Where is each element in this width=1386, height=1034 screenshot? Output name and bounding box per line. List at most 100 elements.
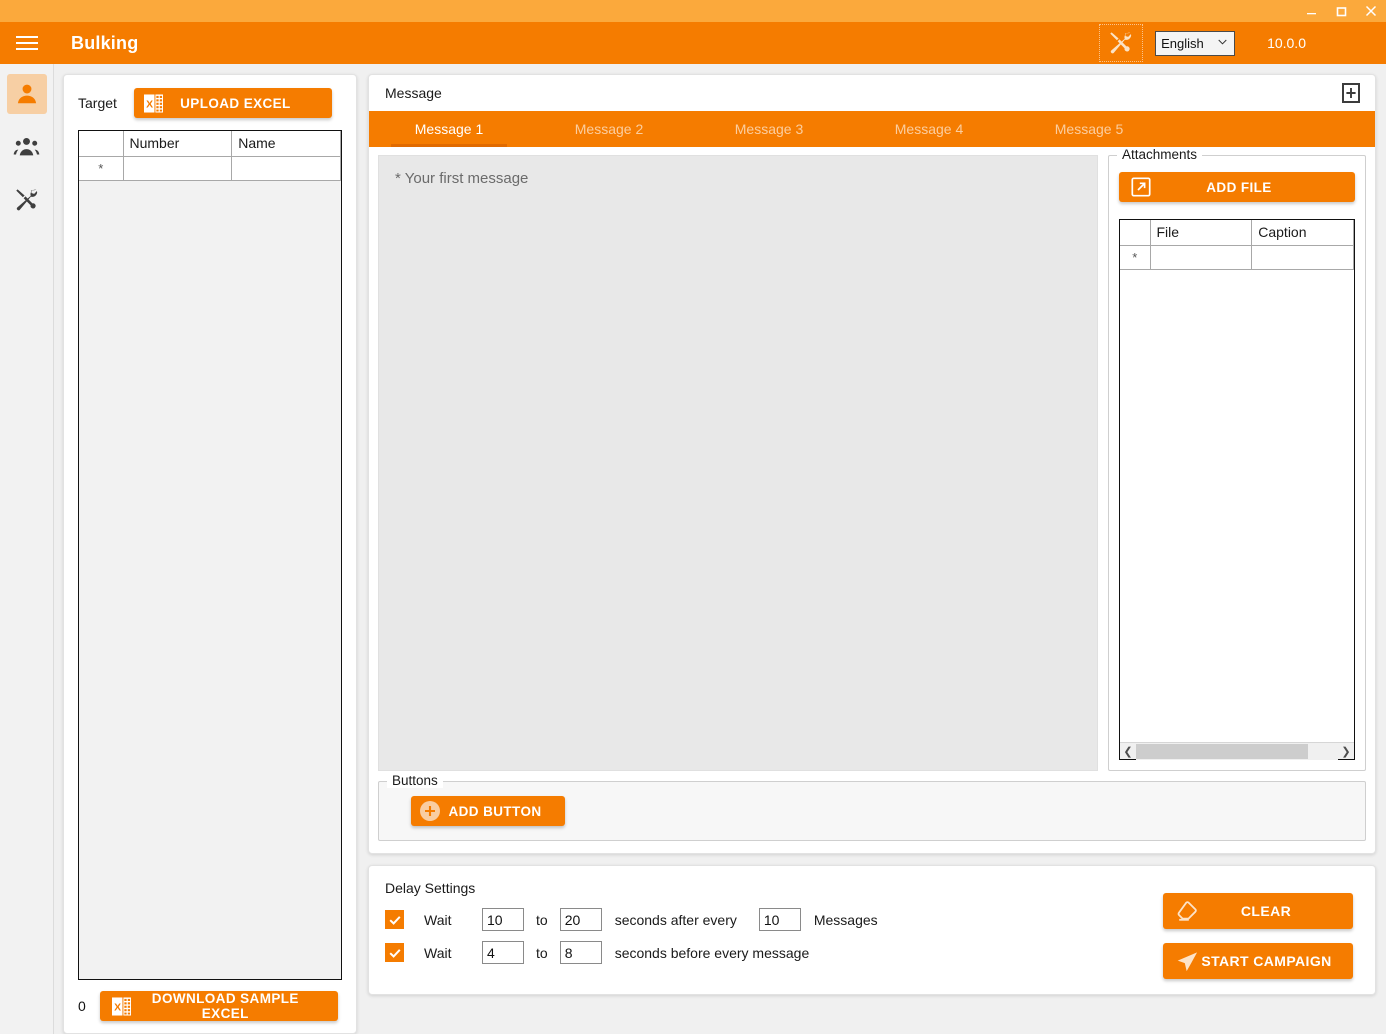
delay-row-after-messages: Wait to seconds after every Messages — [385, 908, 1163, 931]
clear-button[interactable]: CLEAR — [1163, 893, 1353, 929]
sidebar-item-contacts[interactable] — [6, 74, 47, 114]
delay-settings-title: Delay Settings — [385, 880, 476, 896]
target-col-selector — [79, 131, 124, 157]
tab-message-3[interactable]: Message 3 — [689, 111, 849, 147]
attachments-empty-area — [1120, 269, 1354, 742]
cell-number[interactable] — [123, 156, 233, 181]
send-icon — [1175, 949, 1200, 974]
attach-col-caption: Caption — [1251, 220, 1354, 246]
delay-from-input-2[interactable] — [482, 941, 524, 964]
delay-settings-card: Delay Settings Wait to seconds after eve… — [368, 865, 1376, 995]
person-icon — [17, 84, 36, 104]
excel-icon: X — [143, 93, 163, 114]
attachments-horizontal-scrollbar[interactable]: ❮ ❯ — [1120, 742, 1354, 760]
cell-file[interactable] — [1150, 245, 1253, 270]
attach-col-file: File — [1150, 220, 1253, 246]
language-select[interactable]: English — [1155, 30, 1236, 56]
start-campaign-button[interactable]: START CAMPAIGN — [1163, 943, 1353, 979]
add-file-label: ADD FILE — [1206, 179, 1272, 195]
attachments-table: File Caption * — [1120, 220, 1354, 270]
sidebar-item-groups[interactable] — [7, 127, 47, 167]
chevron-left-icon[interactable]: ❮ — [1120, 743, 1136, 760]
target-col-number: Number — [123, 131, 233, 157]
table-header-row: File Caption — [1120, 220, 1354, 246]
target-column: Target X UPLOAD EXCEL Number Name * 0 X … — [63, 74, 357, 1034]
app-title: Bulking — [71, 32, 139, 53]
external-link-icon — [1131, 177, 1151, 197]
campaign-actions: CLEAR START CAMPAIGN — [1163, 880, 1363, 979]
cell-name[interactable] — [231, 156, 341, 181]
target-table: Number Name * — [79, 131, 341, 181]
target-grid[interactable]: Number Name * — [78, 130, 342, 980]
target-header: Target X UPLOAD EXCEL — [78, 88, 342, 118]
target-footer: 0 X DOWNLOAD SAMPLE EXCEL — [78, 991, 342, 1021]
message-editor[interactable]: * Your first message — [378, 155, 1098, 771]
download-sample-excel-label: DOWNLOAD SAMPLE EXCEL — [151, 991, 299, 1021]
close-button[interactable] — [1356, 0, 1386, 22]
delay-from-input-1[interactable] — [482, 908, 524, 931]
row-marker: * — [1120, 245, 1151, 270]
target-count: 0 — [78, 998, 86, 1014]
people-group-icon — [13, 137, 40, 155]
buttons-section-wrapper: Buttons ADD BUTTON — [369, 771, 1375, 853]
scroll-thumb[interactable] — [1136, 743, 1308, 759]
message-card: Message Message 1 Message 2 Message 3 Me… — [368, 74, 1376, 854]
plus-circle-icon — [419, 800, 441, 822]
tab-label: Message 5 — [1054, 121, 1124, 137]
tab-label: Message 4 — [894, 121, 964, 137]
minimize-button[interactable] — [1296, 0, 1326, 22]
app-bar: Bulking English 10.0.0 — [0, 22, 1386, 64]
table-row: * — [79, 156, 341, 181]
table-header-row: Number Name — [79, 131, 341, 157]
tab-label: Message 3 — [734, 121, 804, 137]
language-select-wrapper: English — [1155, 30, 1236, 56]
scroll-track[interactable] — [1136, 742, 1338, 760]
sidebar-item-settings[interactable] — [7, 180, 47, 220]
message-header: Message — [369, 75, 1375, 111]
seconds-after-every-label: seconds after every — [614, 911, 737, 928]
seconds-before-every-message-label: seconds before every message — [614, 944, 810, 961]
tab-message-2[interactable]: Message 2 — [529, 111, 689, 147]
target-grid-empty-area — [79, 180, 341, 979]
title-bar — [0, 0, 1386, 22]
hamburger-icon[interactable] — [0, 22, 54, 64]
tab-label: Message 1 — [414, 121, 484, 137]
tools-icon — [15, 189, 37, 211]
chevron-right-icon[interactable]: ❯ — [1338, 743, 1354, 760]
attachments-grid[interactable]: File Caption * ❮ ❯ — [1119, 219, 1355, 760]
delay-to-input-1[interactable] — [559, 908, 602, 931]
tools-icon[interactable] — [1099, 24, 1144, 62]
sidebar — [0, 64, 54, 1034]
attachments-group: Attachments ADD FILE File Caption * ❮ ❯ — [1108, 147, 1366, 771]
attachments-legend: Attachments — [1117, 147, 1203, 162]
upload-excel-button[interactable]: X UPLOAD EXCEL — [133, 88, 332, 118]
svg-text:X: X — [146, 99, 153, 110]
add-button-label: ADD BUTTON — [448, 803, 542, 819]
add-button-button[interactable]: ADD BUTTON — [411, 796, 565, 826]
version-label: 10.0.0 — [1267, 35, 1306, 51]
tab-message-1[interactable]: Message 1 — [369, 111, 529, 147]
to-label-1: to — [536, 911, 548, 928]
add-square-icon[interactable] — [1341, 82, 1361, 104]
maximize-button[interactable] — [1326, 0, 1356, 22]
delay-checkbox-before-message[interactable] — [385, 943, 404, 962]
buttons-legend: Buttons — [387, 773, 443, 788]
eraser-icon — [1175, 899, 1199, 923]
messages-count-input[interactable] — [758, 908, 801, 931]
tab-message-4[interactable]: Message 4 — [849, 111, 1009, 147]
wait-label-2: Wait — [424, 944, 452, 961]
tab-message-5[interactable]: Message 5 — [1009, 111, 1169, 147]
delay-settings-left: Delay Settings Wait to seconds after eve… — [385, 880, 1163, 974]
add-file-button[interactable]: ADD FILE — [1119, 172, 1355, 202]
delay-checkbox-after-messages[interactable] — [385, 910, 404, 929]
svg-text:X: X — [114, 1002, 121, 1013]
table-row: * — [1120, 245, 1354, 270]
wait-label-1: Wait — [424, 911, 452, 928]
target-card: Target X UPLOAD EXCEL Number Name * 0 X … — [63, 74, 357, 1034]
delay-to-input-2[interactable] — [559, 941, 602, 964]
upload-excel-label: UPLOAD EXCEL — [180, 95, 291, 111]
download-sample-excel-button[interactable]: X DOWNLOAD SAMPLE EXCEL — [99, 991, 338, 1021]
target-col-name: Name — [231, 131, 341, 157]
cell-caption[interactable] — [1251, 245, 1354, 270]
message-tabs: Message 1 Message 2 Message 3 Message 4 … — [369, 111, 1375, 147]
